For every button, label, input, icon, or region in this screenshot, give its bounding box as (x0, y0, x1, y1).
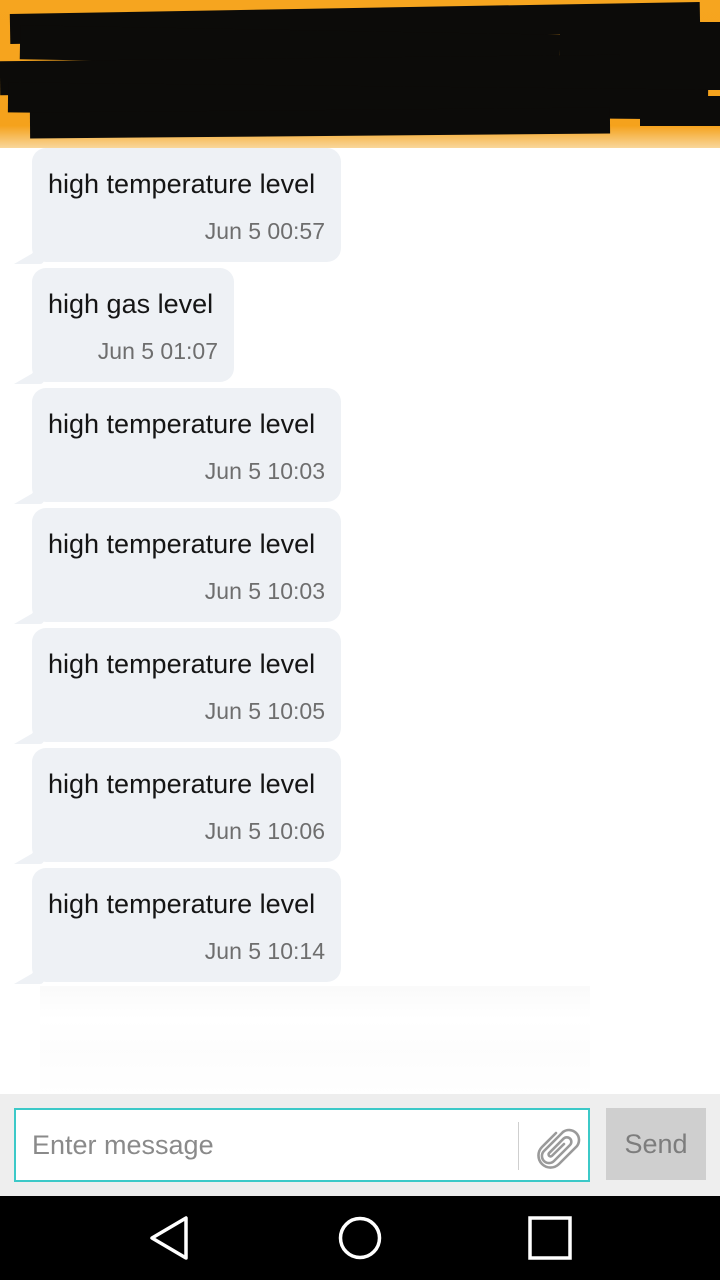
home-circle-icon[interactable] (336, 1214, 384, 1262)
message-timestamp: Jun 5 10:03 (204, 458, 325, 484)
message-text: high temperature level (48, 529, 316, 559)
message-input[interactable] (16, 1110, 516, 1180)
back-triangle-icon[interactable] (146, 1214, 194, 1262)
message-input-box (14, 1108, 590, 1182)
message-timestamp: Jun 5 10:03 (204, 578, 325, 604)
message-text: high temperature level (48, 649, 316, 679)
system-navigation-bar (0, 1196, 720, 1280)
message-list[interactable]: high temperature level Jun 5 00:57 high … (0, 148, 720, 1094)
message-timestamp: Jun 5 00:57 (204, 218, 325, 244)
header-redacted (0, 0, 720, 148)
message-text: high temperature level (48, 409, 316, 439)
recents-square-icon[interactable] (526, 1214, 574, 1262)
message-timestamp: Jun 5 10:05 (204, 698, 325, 724)
message-text: high temperature level (48, 889, 316, 919)
message-text: high gas level (48, 289, 214, 319)
message-text: high temperature level (48, 769, 316, 799)
send-button[interactable]: Send (606, 1108, 706, 1180)
message-timestamp: Jun 5 10:14 (204, 938, 325, 964)
message-timestamp: Jun 5 10:06 (204, 818, 325, 844)
message-composer: Send (0, 1094, 720, 1196)
paperclip-icon[interactable] (528, 1118, 584, 1174)
chat-screen: high temperature level Jun 5 00:57 high … (0, 0, 720, 1280)
message-text: high temperature level (48, 169, 316, 199)
input-divider (518, 1122, 519, 1170)
faded-message-placeholder (40, 986, 590, 1094)
message-timestamp: Jun 5 01:07 (97, 338, 218, 364)
